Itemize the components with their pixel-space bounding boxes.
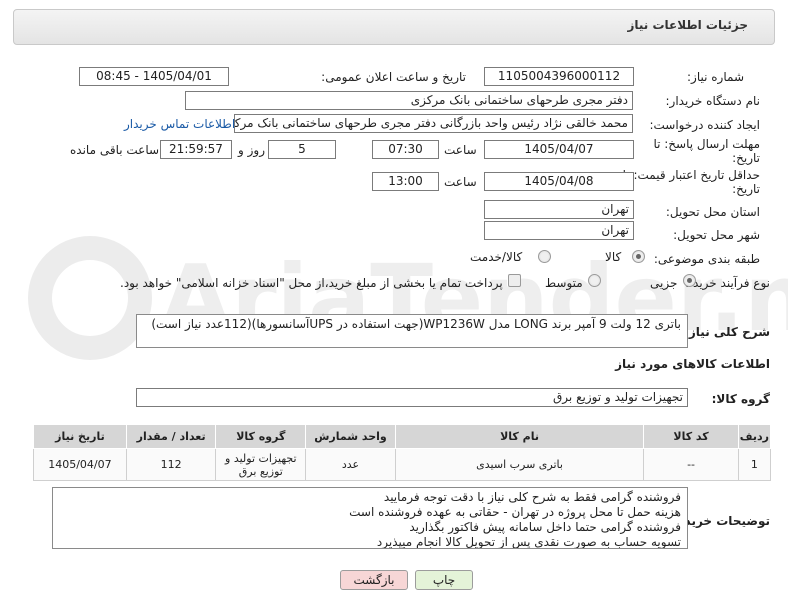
- goods-info-title: اطلاعات کالاهای مورد نیاز: [615, 357, 770, 371]
- city-label: شهر محل تحویل:: [673, 228, 760, 242]
- col-name: نام کالا: [394, 424, 645, 449]
- page-title: جزئیات اطلاعات نیاز: [627, 18, 748, 32]
- days-label: روز و: [238, 143, 265, 157]
- deadline-time-label: ساعت: [444, 143, 477, 157]
- cell-unit: عدد: [305, 448, 396, 481]
- validity-date-field[interactable]: 1405/04/08: [484, 172, 634, 191]
- remaining-label: ساعت باقی مانده: [70, 143, 160, 157]
- deadline-label: مهلت ارسال پاسخ: تا تاریخ:: [653, 137, 760, 165]
- process-medium-label: متوسط: [545, 276, 583, 290]
- cell-date: 1405/04/07: [33, 448, 127, 481]
- col-date: تاریخ نیاز: [33, 424, 127, 449]
- process-partial-radio[interactable]: [683, 274, 696, 287]
- cell-code: --: [643, 448, 739, 481]
- days-field[interactable]: 5: [268, 140, 336, 159]
- remaining-time-field[interactable]: 21:59:57: [160, 140, 232, 159]
- creator-field[interactable]: محمد خالقی نژاد رئیس واحد بازرگانی دفتر …: [234, 114, 633, 133]
- category-goods-radio[interactable]: [632, 250, 645, 263]
- notes-line: تسویه حساب به صورت نقدی پس از تحویل کالا…: [376, 535, 681, 549]
- province-field[interactable]: تهران: [484, 200, 634, 219]
- deadline-date-field[interactable]: 1405/04/07: [484, 140, 634, 159]
- notes-line: فروشنده گرامی فقط به شرح کلی نیاز با دقت…: [383, 490, 681, 504]
- notes-line: هزینه حمل تا محل پروژه در تهران - حقاتی …: [349, 505, 681, 519]
- need-number-field[interactable]: 1105004396000112: [484, 67, 634, 86]
- category-service-label: کالا/خدمت: [470, 250, 523, 264]
- category-service-radio[interactable]: [538, 250, 551, 263]
- summary-label: شرح کلی نیاز:: [684, 325, 770, 339]
- cell-name: باتری سرب اسیدی: [394, 448, 645, 481]
- process-partial-label: جزیی: [650, 276, 678, 290]
- notes-line: فروشنده گرامی حتما داخل سامانه پیش فاکتو…: [409, 520, 681, 534]
- process-label: نوع فرآیند خرید :: [685, 276, 770, 290]
- city-field[interactable]: تهران: [484, 221, 634, 240]
- category-goods-label: کالا: [605, 250, 622, 264]
- table-header-row: ردیف کد کالا نام کالا واحد شمارش گروه کا…: [33, 424, 772, 449]
- cell-row: 1: [737, 448, 772, 481]
- back-button[interactable]: بازگشت: [340, 570, 408, 590]
- contact-buyer-link[interactable]: اطلاعات تماس خریدار: [124, 117, 235, 131]
- creator-label: ایجاد کننده درخواست:: [649, 118, 760, 132]
- buyer-org-field[interactable]: دفتر مجری طرحهای ساختمانی بانک مرکزی: [185, 91, 633, 110]
- validity-time-field[interactable]: 13:00: [372, 172, 439, 191]
- notes-textarea[interactable]: فروشنده گرامی فقط به شرح کلی نیاز با دقت…: [52, 487, 688, 549]
- announce-field[interactable]: 1405/04/01 - 08:45: [79, 67, 229, 86]
- print-button[interactable]: چاپ: [415, 570, 473, 590]
- payment-text: پرداخت تمام یا بخشی از مبلغ خرید،از محل …: [120, 276, 503, 290]
- validity-time-label: ساعت: [444, 175, 477, 189]
- col-group: گروه کالا: [215, 424, 307, 449]
- process-medium-radio[interactable]: [588, 274, 601, 287]
- need-number-label: شماره نیاز:: [687, 70, 744, 84]
- buyer-org-label: نام دستگاه خریدار:: [665, 94, 761, 108]
- col-code: کد کالا: [643, 424, 739, 449]
- col-unit: واحد شمارش: [305, 424, 396, 449]
- col-qty: تعداد / مقدار: [125, 424, 217, 449]
- goods-group-field[interactable]: تجهیزات تولید و توزیع برق: [136, 388, 688, 407]
- table-row[interactable]: 1 -- باتری سرب اسیدی عدد تجهیزات تولید و…: [33, 448, 772, 481]
- summary-textarea[interactable]: باتری 12 ولت 9 آمپر برند LONG مدل WP1236…: [136, 314, 688, 348]
- cell-group: تجهیزات تولید و توزیع برق: [215, 448, 307, 481]
- goods-group-label: گروه کالا:: [711, 392, 770, 406]
- announce-label: تاریخ و ساعت اعلان عمومی:: [321, 70, 466, 84]
- deadline-time-field[interactable]: 07:30: [372, 140, 439, 159]
- payment-checkbox[interactable]: [508, 274, 521, 287]
- col-row: ردیف: [737, 424, 772, 449]
- province-label: استان محل تحویل:: [665, 205, 760, 219]
- category-label: طبقه بندی موضوعی:: [653, 252, 760, 266]
- goods-table: ردیف کد کالا نام کالا واحد شمارش گروه کا…: [33, 424, 772, 481]
- cell-qty: 112: [125, 448, 217, 481]
